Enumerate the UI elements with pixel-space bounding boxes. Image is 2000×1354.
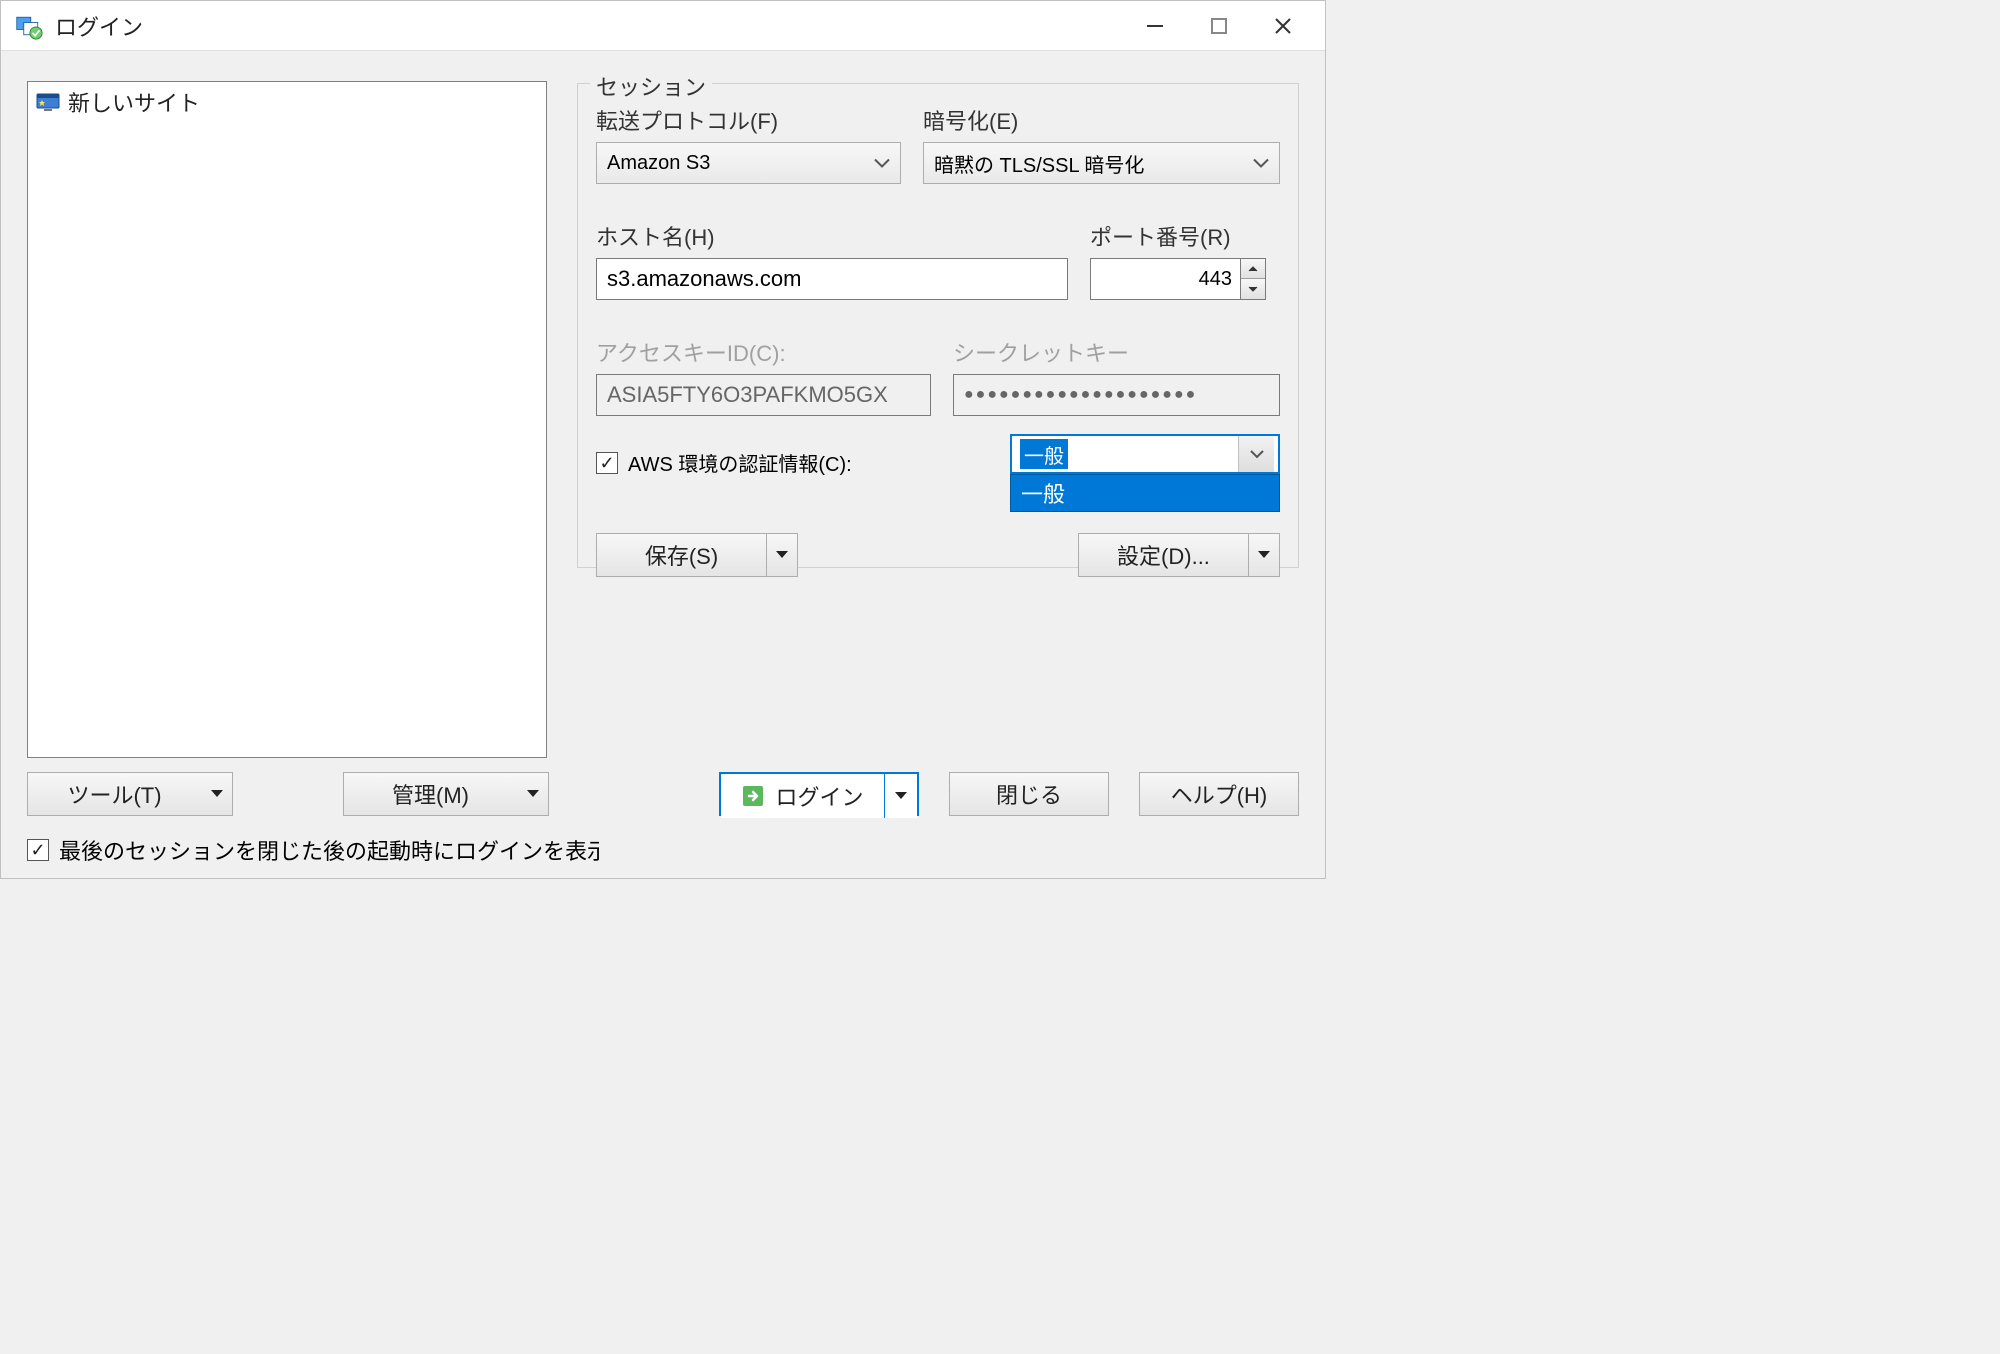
save-dropdown-toggle[interactable]	[766, 533, 798, 577]
right-column: セッション 転送プロトコル(F) Amazon S3 暗号化(E)	[577, 81, 1299, 758]
host-value: s3.amazonaws.com	[607, 266, 801, 292]
cred-profile-select[interactable]: 一般 一般	[1010, 434, 1280, 474]
login-window: ログイン	[0, 0, 1326, 879]
port-value: 443	[1199, 268, 1232, 291]
monitor-star-icon	[36, 91, 60, 113]
encryption-value: 暗黙の TLS/SSL 暗号化	[934, 149, 1144, 178]
site-item-new[interactable]: 新しいサイト	[28, 82, 546, 122]
window-title: ログイン	[55, 10, 1123, 42]
access-key-input[interactable]: ASIA5FTY6O3PAFKMO5GX	[596, 374, 931, 416]
show-login-on-startup-label: 最後のセッションを閉じた後の起動時にログインを表示(S	[59, 839, 599, 864]
port-up-button[interactable]	[1241, 259, 1265, 279]
protocol-value: Amazon S3	[607, 152, 710, 175]
close-dialog-button[interactable]: 閉じる	[949, 772, 1109, 816]
help-button[interactable]: ヘルプ(H)	[1139, 772, 1299, 816]
secret-key-input[interactable]: ●●●●●●●●●●●●●●●●●●●●	[953, 374, 1280, 416]
tools-button[interactable]: ツール(T)	[27, 772, 201, 816]
bottom-button-bar: ツール(T) 管理(M) ログイン	[27, 772, 1299, 816]
access-key-value: ASIA5FTY6O3PAFKMO5GX	[607, 382, 888, 408]
login-splitbutton[interactable]: ログイン	[719, 772, 919, 816]
maximize-button[interactable]	[1187, 5, 1251, 47]
login-button-wrap: ログイン	[719, 772, 919, 816]
show-login-on-startup-checkbox[interactable]: ✓	[27, 839, 49, 861]
save-splitbutton[interactable]: 保存(S)	[596, 533, 798, 577]
encryption-select[interactable]: 暗黙の TLS/SSL 暗号化	[923, 142, 1280, 184]
encryption-label: 暗号化(E)	[923, 104, 1280, 136]
port-label: ポート番号(R)	[1090, 220, 1280, 252]
port-down-button[interactable]	[1241, 279, 1265, 299]
advanced-button[interactable]: 設定(D)...	[1078, 533, 1248, 577]
save-button[interactable]: 保存(S)	[596, 533, 766, 577]
chevron-down-icon	[1253, 152, 1269, 175]
aws-env-creds-checkbox[interactable]: ✓	[596, 452, 618, 474]
manage-splitbutton[interactable]: 管理(M)	[343, 772, 549, 816]
login-button[interactable]: ログイン	[721, 774, 885, 818]
advanced-dropdown-toggle[interactable]	[1248, 533, 1280, 577]
site-list[interactable]: 新しいサイト	[27, 81, 547, 758]
secret-key-value: ●●●●●●●●●●●●●●●●●●●●	[964, 386, 1197, 404]
aws-env-creds-label: AWS 環境の認証情報(C):	[628, 448, 852, 477]
left-column: 新しいサイト	[27, 81, 547, 758]
session-group: セッション 転送プロトコル(F) Amazon S3 暗号化(E)	[577, 83, 1299, 568]
advanced-splitbutton[interactable]: 設定(D)...	[1078, 533, 1280, 577]
titlebar: ログイン	[1, 1, 1325, 51]
manage-button[interactable]: 管理(M)	[343, 772, 517, 816]
cred-profile-selected: 一般	[1020, 439, 1068, 469]
site-item-label: 新しいサイト	[68, 86, 200, 118]
cred-profile-option[interactable]: 一般	[1011, 475, 1279, 511]
client-area: 新しいサイト セッション 転送プロトコル(F) Amazon S3	[1, 51, 1325, 774]
chevron-down-icon	[1238, 436, 1274, 472]
host-label: ホスト名(H)	[596, 220, 1068, 252]
tools-splitbutton[interactable]: ツール(T)	[27, 772, 233, 816]
footer-checkbox-row: ✓ 最後のセッションを閉じた後の起動時にログインを表示(S	[27, 834, 599, 866]
chevron-down-icon	[874, 152, 890, 175]
login-dropdown-toggle[interactable]	[885, 774, 917, 818]
minimize-button[interactable]	[1123, 5, 1187, 47]
protocol-select[interactable]: Amazon S3	[596, 142, 901, 184]
tools-dropdown-toggle[interactable]	[201, 772, 233, 816]
app-icon	[15, 12, 43, 40]
cred-profile-dropdown: 一般	[1010, 474, 1280, 512]
port-input[interactable]: 443	[1090, 258, 1280, 300]
login-arrow-icon	[741, 784, 765, 808]
check-icon: ✓	[30, 841, 45, 859]
session-group-title: セッション	[590, 70, 712, 102]
close-button[interactable]	[1251, 5, 1315, 47]
manage-dropdown-toggle[interactable]	[517, 772, 549, 816]
secret-key-label: シークレットキー	[953, 336, 1280, 368]
access-key-label: アクセスキーID(C):	[596, 336, 931, 368]
host-input[interactable]: s3.amazonaws.com	[596, 258, 1068, 300]
check-icon: ✓	[599, 454, 614, 472]
protocol-label: 転送プロトコル(F)	[596, 104, 901, 136]
